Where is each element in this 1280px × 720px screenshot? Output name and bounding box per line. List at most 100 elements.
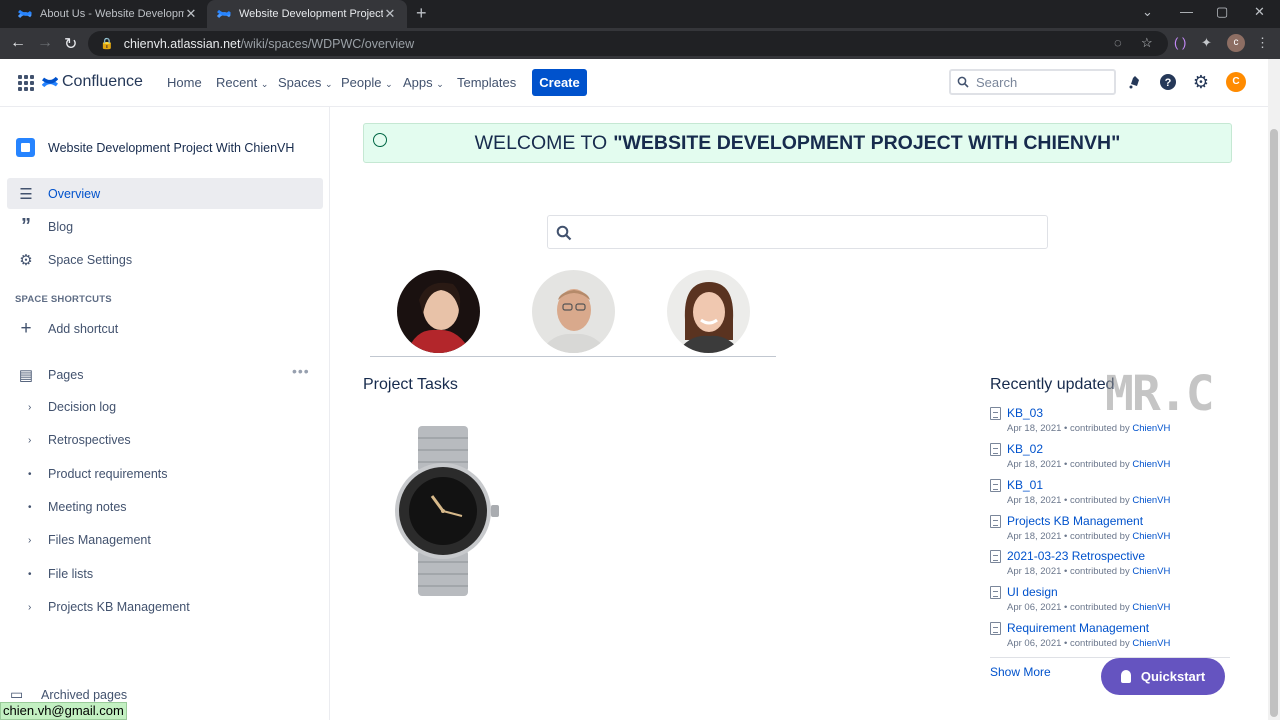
close-window-icon[interactable]: ✕ <box>1254 4 1265 20</box>
recent-item[interactable]: KB_01 Apr 18, 2021 • contributed by Chie… <box>990 478 1230 506</box>
recent-item-title[interactable]: KB_01 <box>1007 478 1043 492</box>
contributed-text: • contributed by <box>1064 423 1130 434</box>
page-tree-label: Retrospectives <box>48 433 131 447</box>
search-placeholder: Search <box>976 74 1018 90</box>
help-icon[interactable]: ? <box>1158 72 1178 92</box>
recent-item[interactable]: KB_03 Apr 18, 2021 • contributed by Chie… <box>990 406 1230 434</box>
header-search-input[interactable]: Search <box>949 69 1116 95</box>
page-tree-item[interactable]: • File lists <box>28 564 93 584</box>
browser-profile-avatar[interactable]: c <box>1227 34 1245 52</box>
contributor-link[interactable]: ChienVH <box>1132 423 1170 434</box>
recent-item-date: Apr 18, 2021 <box>1007 566 1062 577</box>
nav-home[interactable]: Home <box>167 75 202 90</box>
sidebar-item-pages[interactable]: ▤ Pages <box>7 359 277 390</box>
team-member-avatar[interactable] <box>397 270 480 353</box>
recent-item-title[interactable]: 2021-03-23 Retrospective <box>1007 549 1145 563</box>
quickstart-button[interactable]: Quickstart <box>1101 658 1225 695</box>
page-tree-item[interactable]: › Decision log <box>28 397 116 417</box>
recent-item-title[interactable]: Projects KB Management <box>1007 514 1143 528</box>
expand-chevron-icon[interactable]: › <box>28 402 48 413</box>
minimize-icon[interactable]: — <box>1180 4 1193 19</box>
contributor-link[interactable]: ChienVH <box>1132 531 1170 542</box>
add-shortcut-button[interactable]: + Add shortcut <box>7 313 323 344</box>
nav-people[interactable]: People ⌄ <box>341 75 393 90</box>
show-more-link[interactable]: Show More <box>990 665 1051 679</box>
space-header[interactable]: Website Development Project With ChienVH <box>16 138 294 157</box>
plus-icon: + <box>20 317 32 339</box>
contributed-text: • contributed by <box>1064 602 1130 613</box>
close-tab-icon[interactable]: ✕ <box>383 6 397 22</box>
maximize-icon[interactable]: ▢ <box>1216 4 1228 20</box>
recent-item[interactable]: Requirement Management Apr 06, 2021 • co… <box>990 621 1230 649</box>
status-email-tooltip: chien.vh@gmail.com <box>0 702 127 720</box>
nav-templates[interactable]: Templates <box>457 75 516 90</box>
recent-item-title[interactable]: UI design <box>1007 585 1058 599</box>
expand-chevron-icon[interactable]: › <box>28 435 48 446</box>
contributor-link[interactable]: ChienVH <box>1132 495 1170 506</box>
browser-tab-project[interactable]: Website Development Project Wi ✕ <box>207 0 407 28</box>
create-button[interactable]: Create <box>532 69 587 96</box>
nav-people-label: People <box>341 75 382 90</box>
recent-item[interactable]: UI design Apr 06, 2021 • contributed by … <box>990 585 1230 613</box>
expand-chevron-icon[interactable]: › <box>28 602 48 613</box>
recent-item[interactable]: Projects KB Management Apr 18, 2021 • co… <box>990 514 1230 542</box>
page-tree-label: Product requirements <box>48 467 168 481</box>
contributor-link[interactable]: ChienVH <box>1132 459 1170 470</box>
new-tab-icon[interactable]: + <box>416 3 427 24</box>
add-shortcut-label: Add shortcut <box>48 321 119 336</box>
sidebar-item-space-settings[interactable]: ⚙ Space Settings <box>7 244 323 275</box>
contributor-link[interactable]: ChienVH <box>1132 638 1170 649</box>
nav-recent[interactable]: Recent ⌄ <box>216 75 268 90</box>
archived-pages-label: Archived pages <box>41 687 128 702</box>
extensions-puzzle-icon[interactable]: ✦ <box>1201 35 1212 51</box>
user-avatar[interactable]: C <box>1226 72 1246 92</box>
chevron-down-icon: ⌄ <box>325 79 333 89</box>
confluence-logo[interactable]: Confluence <box>42 73 143 91</box>
notifications-icon[interactable] <box>1125 72 1145 92</box>
page-tree-item[interactable]: • Meeting notes <box>28 497 127 517</box>
forward-icon[interactable]: → <box>37 34 53 52</box>
tab-search-icon[interactable]: ⌄ <box>1142 4 1153 20</box>
nav-spaces[interactable]: Spaces ⌄ <box>278 75 333 90</box>
extension-brackets-icon[interactable]: ( ) <box>1174 35 1186 50</box>
recent-item[interactable]: KB_02 Apr 18, 2021 • contributed by Chie… <box>990 442 1230 470</box>
space-name: Website Development Project With ChienVH <box>48 140 295 155</box>
page-tree-item[interactable]: • Product requirements <box>28 464 168 484</box>
browser-menu-icon[interactable]: ⋮ <box>1256 35 1269 51</box>
settings-gear-icon[interactable]: ⚙ <box>1191 72 1211 92</box>
recent-item-date: Apr 06, 2021 <box>1007 602 1062 613</box>
recent-item-title[interactable]: KB_02 <box>1007 442 1043 456</box>
page-tree-item[interactable]: › Retrospectives <box>28 430 131 450</box>
scrollbar-thumb[interactable] <box>1270 129 1278 717</box>
space-shortcuts-heading: SPACE SHORTCUTS <box>15 294 112 305</box>
content-search-input[interactable] <box>547 215 1048 249</box>
sidebar-item-overview[interactable]: ☰ Overview <box>7 178 323 209</box>
close-tab-icon[interactable]: ✕ <box>184 6 198 22</box>
nav-apps[interactable]: Apps ⌄ <box>403 75 444 90</box>
page-icon <box>990 406 1001 420</box>
archived-pages-link[interactable]: ▭ Archived pages <box>10 686 127 703</box>
team-member-avatar[interactable] <box>667 270 750 353</box>
url-path: /wiki/spaces/WDPWC/overview <box>240 36 415 51</box>
recent-item-title[interactable]: KB_03 <box>1007 406 1043 420</box>
page-scrollbar[interactable] <box>1268 59 1280 720</box>
contributor-link[interactable]: ChienVH <box>1132 566 1170 577</box>
product-name: Confluence <box>62 73 143 90</box>
bookmark-star-icon[interactable]: ☆ <box>1141 35 1153 51</box>
page-tree-item[interactable]: › Projects KB Management <box>28 597 190 617</box>
sidebar-item-blog[interactable]: ” Blog <box>7 211 323 242</box>
pages-icon: ▤ <box>18 366 34 384</box>
browser-tab-about-us[interactable]: About Us - Website Development ✕ <box>8 0 208 28</box>
reload-icon[interactable]: ↻ <box>64 34 77 54</box>
pages-more-actions-icon[interactable]: ••• <box>292 363 310 379</box>
team-member-avatar[interactable] <box>532 270 615 353</box>
back-icon[interactable]: ← <box>10 34 26 52</box>
page-tree-item[interactable]: › Files Management <box>28 530 151 550</box>
url-field[interactable]: 🔒 chienvh.atlassian.net /wiki/spaces/WDP… <box>88 31 1168 56</box>
eye-off-icon[interactable]: ◌ <box>1114 35 1122 50</box>
contributor-link[interactable]: ChienVH <box>1132 602 1170 613</box>
expand-chevron-icon[interactable]: › <box>28 535 48 546</box>
recent-item[interactable]: 2021-03-23 Retrospective Apr 18, 2021 • … <box>990 549 1230 577</box>
recent-item-title[interactable]: Requirement Management <box>1007 621 1149 635</box>
app-switcher-icon[interactable] <box>18 75 34 91</box>
